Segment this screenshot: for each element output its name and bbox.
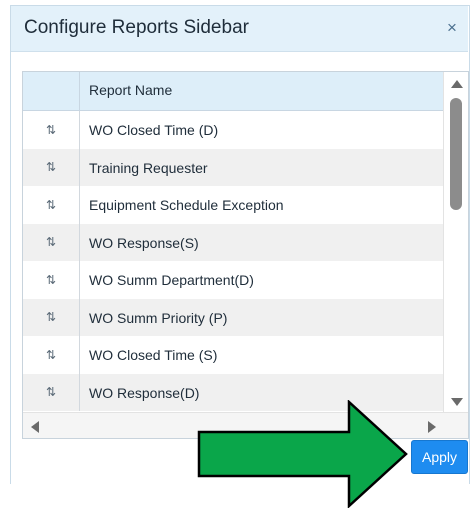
table-row[interactable]: ⇅ WO Closed Time (S) — [23, 336, 443, 374]
report-name-cell: WO Closed Time (S) — [89, 347, 218, 363]
report-name-cell: WO Response(D) — [89, 384, 200, 401]
drag-column-header — [23, 72, 80, 110]
report-name-cell: WO Response(S) — [89, 234, 199, 251]
drag-handle-icon[interactable]: ⇅ — [23, 186, 80, 224]
reports-grid: Report Name ⇅ WO Closed Time (D) ⇅ Train… — [22, 71, 469, 439]
report-name-cell: WO Summ Department(D) — [89, 272, 254, 288]
close-icon[interactable]: × — [443, 18, 461, 38]
report-name-cell: WO Summ Priority (P) — [89, 309, 228, 326]
annotation-arrow-shape — [197, 400, 408, 508]
table-row[interactable]: ⇅ WO Summ Department(D) — [23, 261, 443, 299]
scroll-up-icon[interactable] — [451, 80, 463, 88]
dialog-titlebar: Configure Reports Sidebar × — [11, 6, 468, 52]
table-row[interactable]: ⇅ WO Closed Time (D) — [23, 111, 443, 149]
drag-handle-icon[interactable]: ⇅ — [23, 298, 80, 336]
report-name-column-header[interactable]: Report Name — [89, 82, 172, 98]
scroll-left-icon[interactable] — [31, 421, 39, 433]
table-row[interactable]: ⇅ WO Summ Priority (P) — [23, 298, 443, 336]
vertical-scroll-thumb[interactable] — [450, 98, 462, 210]
drag-handle-icon[interactable]: ⇅ — [23, 336, 80, 374]
drag-handle-icon[interactable]: ⇅ — [23, 223, 80, 261]
table-row[interactable]: ⇅ Equipment Schedule Exception — [23, 186, 443, 224]
drag-handle-icon[interactable]: ⇅ — [23, 148, 80, 186]
report-name-cell: WO Closed Time (D) — [89, 122, 219, 138]
report-name-cell: Equipment Schedule Exception — [89, 197, 284, 213]
grid-header: Report Name — [23, 72, 443, 111]
apply-button[interactable]: Apply — [411, 440, 468, 474]
arrow-right-icon — [197, 400, 408, 508]
drag-handle-icon[interactable]: ⇅ — [23, 373, 80, 411]
scroll-right-icon[interactable] — [428, 421, 436, 433]
dialog-title: Configure Reports Sidebar — [24, 17, 249, 38]
table-row[interactable]: ⇅ WO Response(S) — [23, 223, 443, 261]
drag-handle-icon[interactable]: ⇅ — [23, 111, 80, 149]
drag-handle-icon[interactable]: ⇅ — [23, 261, 80, 299]
table-row[interactable]: ⇅ Training Requester — [23, 148, 443, 186]
report-name-cell: Training Requester — [89, 159, 208, 176]
scroll-down-icon[interactable] — [451, 398, 463, 406]
vertical-scrollbar[interactable] — [443, 72, 468, 412]
